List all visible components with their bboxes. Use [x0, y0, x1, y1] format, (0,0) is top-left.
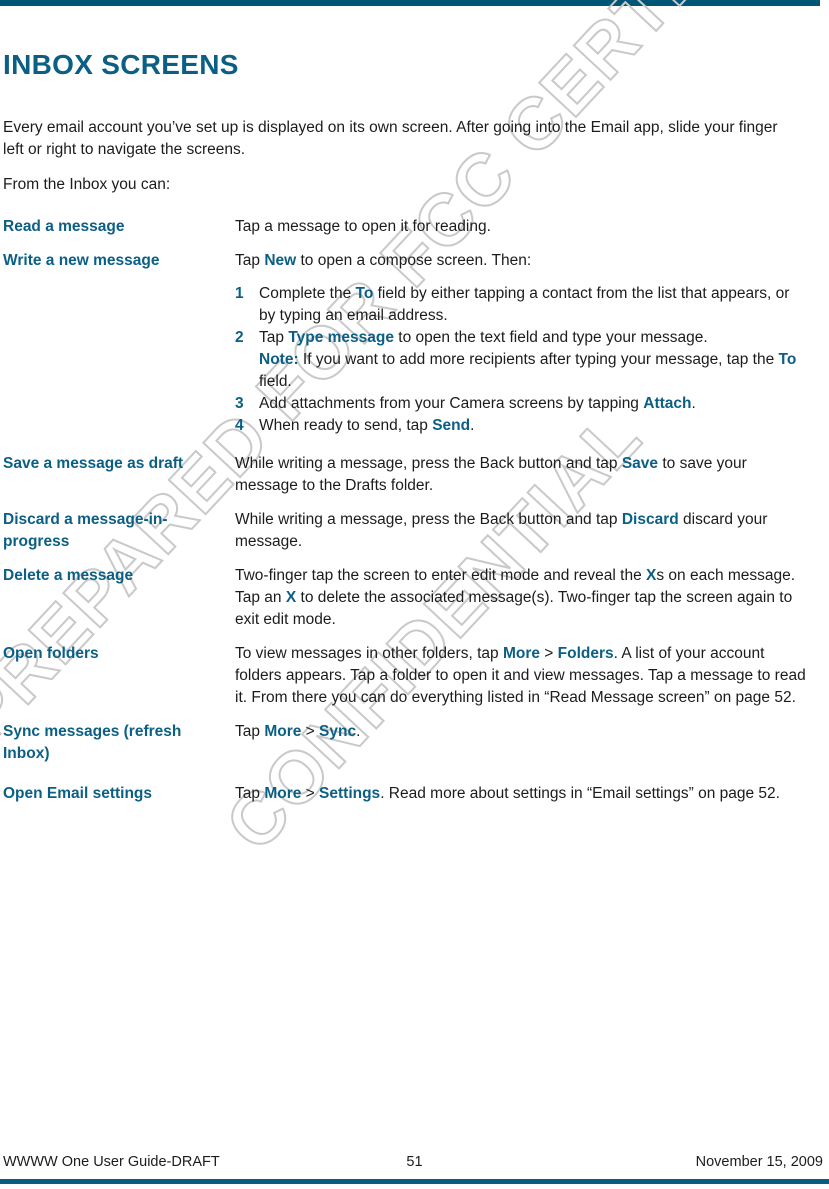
ui-term-x: X	[285, 589, 297, 606]
intro-paragraph-2: From the Inbox you can:	[3, 176, 171, 193]
list-item: Read a message Tap a message to open it …	[3, 216, 808, 238]
menu-separator: >	[301, 723, 320, 740]
list-item: Save a message as draft While writing a …	[3, 453, 808, 497]
ui-term-attach: Attach	[643, 395, 692, 412]
desc-post-text: to delete the associated message(s). Two…	[235, 589, 793, 628]
action-description-text: Tap More > Settings. Read more about set…	[235, 783, 808, 805]
list-item: Delete a message Two-finger tap the scre…	[3, 565, 808, 631]
page-footer: WWWW One User Guide-DRAFT 51 November 15…	[0, 1154, 829, 1176]
ui-term-more: More	[264, 723, 302, 740]
ui-term-send: Send	[432, 417, 471, 434]
step-pre-text: Add attachments from your Camera screens…	[259, 395, 644, 412]
ui-term-to: To	[778, 351, 797, 368]
compose-steps: 1 Complete the To field by either tapping…	[235, 283, 808, 437]
ui-term-more: More	[264, 785, 302, 802]
list-item: Discard a message-in-progress While writ…	[3, 509, 808, 553]
step-number: 2	[235, 329, 244, 346]
action-description: While writing a message, press the Back …	[235, 509, 808, 553]
desc-pre-text: Two-finger tap the screen to enter edit …	[235, 567, 646, 584]
action-description: Tap More > Settings. Read more about set…	[235, 783, 808, 805]
ui-term-save: Save	[621, 455, 659, 472]
list-item: 1 Complete the To field by either tapping…	[235, 283, 808, 327]
step-pre-text: Complete the	[259, 285, 356, 302]
ui-term-discard: Discard	[621, 511, 679, 528]
desc-pre-text: Tap	[235, 785, 265, 802]
desc-pre-text: While writing a message, press the Back …	[235, 455, 622, 472]
action-description: Tap a message to open it for reading.	[235, 216, 808, 238]
note-label: Note:	[259, 351, 299, 368]
list-item: 4 When ready to send, tap Send.	[235, 415, 808, 437]
lead-pre-text: Tap	[235, 252, 265, 269]
action-term: Read a message	[3, 218, 125, 235]
ui-term-sync: Sync	[319, 723, 357, 740]
note-pre-text: If you want to add more recipients after…	[298, 351, 779, 368]
step-number: 4	[235, 417, 244, 434]
action-term: Delete a message	[3, 567, 134, 584]
intro-paragraph-1: Every email account you’ve set up is dis…	[3, 119, 778, 158]
menu-separator: >	[301, 785, 320, 802]
action-description: Two-finger tap the screen to enter edit …	[235, 565, 808, 631]
action-lead-line: Tap New to open a compose screen. Then:	[235, 250, 808, 272]
ui-term-type-message: Type message	[288, 329, 394, 346]
step-pre-text: Tap	[259, 329, 289, 346]
page-title: INBOX SCREENS	[3, 49, 239, 80]
ui-term-x: X	[646, 567, 657, 584]
list-item: Sync messages (refresh Inbox) Tap More >…	[3, 721, 808, 765]
list-item: Open Email settings Tap More > Settings.…	[3, 783, 808, 805]
list-item: Write a new message Tap New to open a co…	[3, 250, 808, 437]
step-post-text: .	[691, 395, 696, 412]
action-description: Tap New to open a compose screen. Then: …	[235, 250, 808, 437]
action-term: Write a new message	[3, 252, 160, 269]
action-term: Discard a message-in-progress	[3, 511, 168, 550]
page-content: INBOX SCREENS Every email account you’ve…	[0, 0, 829, 1189]
list-item: 3 Add attachments from your Camera screen…	[235, 393, 808, 415]
desc-post-text: . Read more about settings in “Email set…	[380, 785, 780, 802]
list-item: Open folders To view messages in other f…	[3, 643, 808, 709]
desc-pre-text: While writing a message, press the Back …	[235, 511, 622, 528]
step-pre-text: When ready to send, tap	[259, 417, 433, 434]
action-description-text: To view messages in other folders, tap M…	[235, 643, 808, 709]
footer-date: November 15, 2009	[695, 1154, 823, 1170]
ui-term-folders: Folders	[557, 645, 614, 662]
action-term: Open folders	[3, 645, 99, 662]
desc-post-text: .	[356, 723, 361, 740]
desc-pre-text: To view messages in other folders, tap	[235, 645, 503, 662]
note-post-text: field.	[259, 373, 292, 390]
action-term: Sync messages (refresh Inbox)	[3, 723, 182, 762]
ui-term-settings: Settings	[319, 785, 381, 802]
list-item: 2 Tap Type message to open the text field…	[235, 327, 808, 393]
action-description-text: Tap a message to open it for reading.	[235, 218, 491, 235]
action-description: While writing a message, press the Back …	[235, 453, 808, 497]
action-description: To view messages in other folders, tap M…	[235, 643, 808, 709]
lead-post-text: to open a compose screen. Then:	[296, 252, 532, 269]
menu-separator: >	[539, 645, 558, 662]
step-post-text: .	[470, 417, 475, 434]
action-description-text: While writing a message, press the Back …	[235, 453, 808, 497]
desc-pre-text: Tap	[235, 723, 265, 740]
ui-term-new: New	[264, 252, 297, 269]
action-description: Tap More > Sync.	[235, 721, 808, 743]
action-term: Open Email settings	[3, 785, 153, 802]
step-number: 3	[235, 395, 244, 412]
intro-section: Every email account you’ve set up is dis…	[3, 117, 801, 209]
action-description-text: Tap More > Sync.	[235, 721, 808, 743]
step-post-text: to open the text field and type your mes…	[394, 329, 708, 346]
inbox-actions-list: Read a message Tap a message to open it …	[3, 216, 808, 817]
action-description-text: Two-finger tap the screen to enter edit …	[235, 565, 808, 631]
ui-term-more: More	[502, 645, 540, 662]
action-term: Save a message as draft	[3, 455, 184, 472]
step-number: 1	[235, 285, 244, 302]
ui-term-to: To	[355, 285, 374, 302]
action-description-text: While writing a message, press the Back …	[235, 509, 808, 553]
